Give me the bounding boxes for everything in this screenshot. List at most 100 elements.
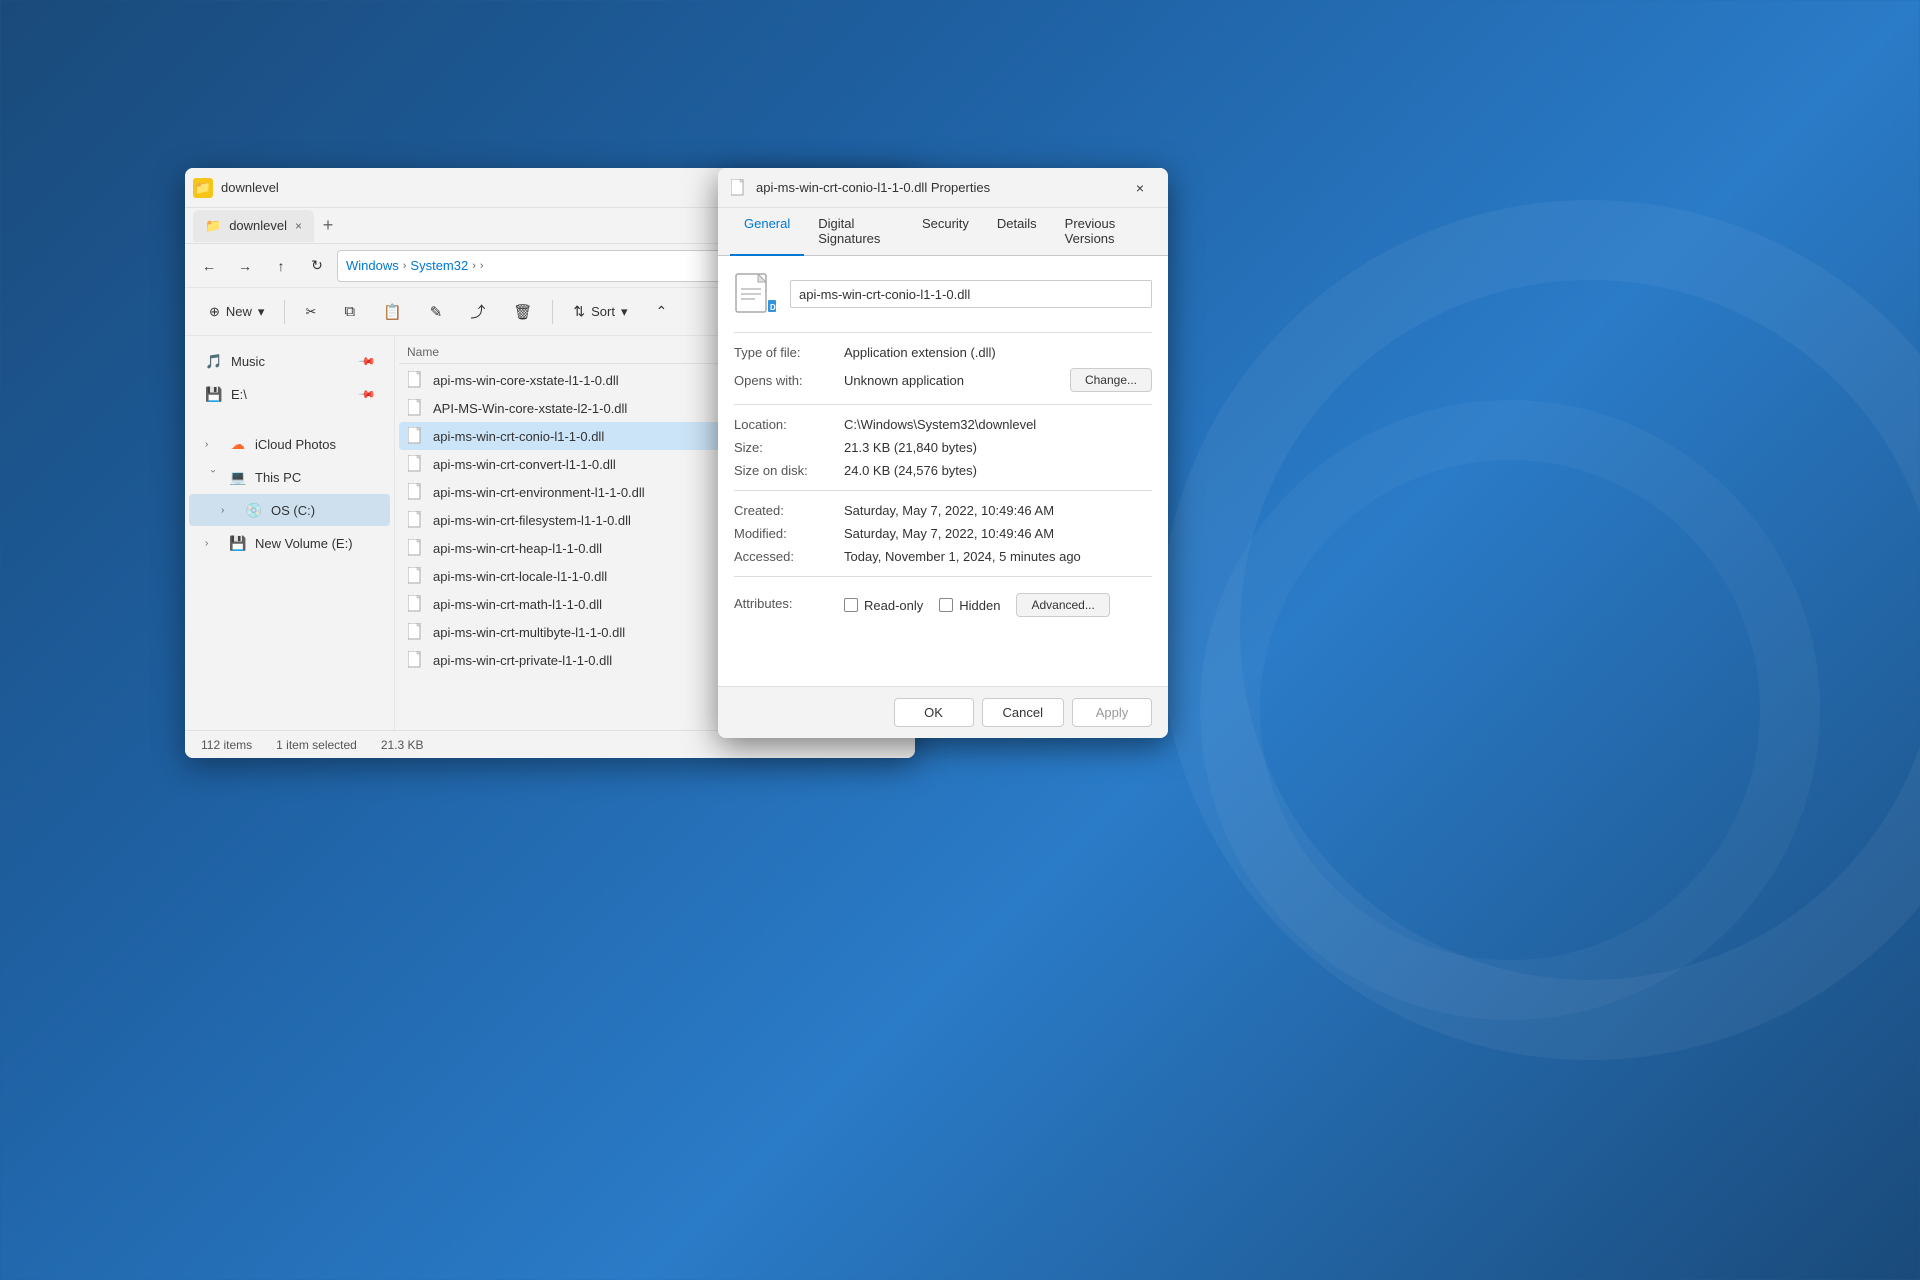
sort-label: Sort xyxy=(591,304,615,319)
file-name-9: api-ms-win-crt-multibyte-l1-1-0.dll xyxy=(433,625,625,640)
paste-icon: 📋 xyxy=(383,303,402,321)
file-name-1: API-MS-Win-core-xstate-l2-1-0.dll xyxy=(433,401,627,416)
tab-downlevel[interactable]: 📁 downlevel × xyxy=(193,210,314,242)
sidebar-item-music[interactable]: 🎵 Music 📌 xyxy=(189,345,390,377)
rename-icon: ✎ xyxy=(430,303,443,321)
prop-created: Created: Saturday, May 7, 2022, 10:49:46… xyxy=(734,503,1152,518)
file-icon-0 xyxy=(407,371,425,389)
sort-arrows-icon: ⇅ xyxy=(573,303,585,320)
tab-previous-versions[interactable]: Previous Versions xyxy=(1051,208,1156,256)
hidden-checkbox[interactable] xyxy=(939,598,953,612)
sidebar-item-newvolume[interactable]: › 💾 New Volume (E:) xyxy=(189,527,390,559)
prop-modified: Modified: Saturday, May 7, 2022, 10:49:4… xyxy=(734,526,1152,541)
readonly-checkbox[interactable] xyxy=(844,598,858,612)
pin-icon-2: 📌 xyxy=(358,385,377,404)
file-name-7: api-ms-win-crt-locale-l1-1-0.dll xyxy=(433,569,607,584)
advanced-button[interactable]: Advanced... xyxy=(1016,593,1109,617)
divider-4 xyxy=(734,576,1152,577)
size-on-disk-value: 24.0 KB (24,576 bytes) xyxy=(844,463,1152,478)
status-item-count: 112 items xyxy=(201,738,252,752)
sort-button[interactable]: ⇅ Sort ▾ xyxy=(561,297,639,326)
breadcrumb-windows[interactable]: Windows xyxy=(346,258,399,273)
breadcrumb-more[interactable]: › xyxy=(480,260,484,272)
delete-button[interactable]: 🗑 xyxy=(501,297,544,327)
file-header-icon: D xyxy=(734,272,778,316)
expand-button[interactable]: ⌃ xyxy=(644,297,680,326)
new-tab-button[interactable]: + xyxy=(314,212,342,240)
expand-icloud-icon: › xyxy=(205,439,221,450)
sidebar-icloud-label: iCloud Photos xyxy=(255,437,336,452)
created-label: Created: xyxy=(734,503,844,518)
file-name-0: api-ms-win-core-xstate-l1-1-0.dll xyxy=(433,373,619,388)
attributes-label: Attributes: xyxy=(734,596,844,611)
opens-label: Opens with: xyxy=(734,373,844,388)
music-icon: 🎵 xyxy=(205,352,223,370)
cancel-button[interactable]: Cancel xyxy=(982,698,1064,727)
file-name-5: api-ms-win-crt-filesystem-l1-1-0.dll xyxy=(433,513,631,528)
file-icon-3 xyxy=(407,455,425,473)
new-icon: ⊕ xyxy=(209,304,220,320)
ok-button[interactable]: OK xyxy=(894,698,974,727)
refresh-button[interactable]: ↻ xyxy=(301,250,333,282)
file-name-6: api-ms-win-crt-heap-l1-1-0.dll xyxy=(433,541,602,556)
new-button[interactable]: ⊕ New ▾ xyxy=(197,298,276,326)
up-button[interactable]: ↑ xyxy=(265,250,297,282)
readonly-checkbox-label[interactable]: Read-only xyxy=(844,598,923,613)
tab-digital-signatures[interactable]: Digital Signatures xyxy=(804,208,908,256)
sort-dropdown-icon: ▾ xyxy=(621,304,628,320)
properties-dialog: api-ms-win-crt-conio-l1-1-0.dll Properti… xyxy=(718,168,1168,738)
forward-button[interactable]: → xyxy=(229,250,261,282)
change-button[interactable]: Change... xyxy=(1070,368,1152,392)
breadcrumb-system32[interactable]: System32 xyxy=(410,258,468,273)
apply-button[interactable]: Apply xyxy=(1072,698,1152,727)
share-icon: ⤴ xyxy=(470,301,485,322)
back-button[interactable]: ← xyxy=(193,250,225,282)
tab-label: downlevel xyxy=(229,218,287,233)
copy-button[interactable]: ⧉ xyxy=(332,297,367,326)
file-icon-4 xyxy=(407,483,425,501)
explorer-title: downlevel xyxy=(221,180,765,195)
delete-icon: 🗑 xyxy=(513,303,532,321)
share-button[interactable]: ⤴ xyxy=(458,295,497,328)
file-icon-5 xyxy=(407,511,425,529)
location-label: Location: xyxy=(734,417,844,432)
file-icon-7 xyxy=(407,567,425,585)
divider-1 xyxy=(734,332,1152,333)
sidebar-item-edrive[interactable]: 💾 E:\ 📌 xyxy=(189,378,390,410)
tab-details[interactable]: Details xyxy=(983,208,1051,256)
accessed-label: Accessed: xyxy=(734,549,844,564)
hidden-checkbox-label[interactable]: Hidden xyxy=(939,598,1000,613)
osc-icon: 💿 xyxy=(245,501,263,519)
tab-security[interactable]: Security xyxy=(908,208,983,256)
location-value: C:\Windows\System32\downlevel xyxy=(844,417,1152,432)
size-value: 21.3 KB (21,840 bytes) xyxy=(844,440,1152,455)
tab-close-icon[interactable]: × xyxy=(295,219,302,233)
cut-button[interactable]: ✂ xyxy=(293,298,328,326)
dialog-close-button[interactable]: × xyxy=(1124,174,1156,202)
thispc-icon: 💻 xyxy=(229,468,247,486)
file-icon-1 xyxy=(407,399,425,417)
accessed-value: Today, November 1, 2024, 5 minutes ago xyxy=(844,549,1152,564)
cut-icon: ✂ xyxy=(305,304,316,320)
sidebar-music-label: Music xyxy=(231,354,265,369)
file-name-8: api-ms-win-crt-math-l1-1-0.dll xyxy=(433,597,602,612)
created-value: Saturday, May 7, 2022, 10:49:46 AM xyxy=(844,503,1152,518)
modified-label: Modified: xyxy=(734,526,844,541)
sidebar-osc-label: OS (C:) xyxy=(271,503,315,518)
sidebar-item-osc[interactable]: › 💿 OS (C:) xyxy=(189,494,390,526)
modified-value: Saturday, May 7, 2022, 10:49:46 AM xyxy=(844,526,1152,541)
dialog-footer: OK Cancel Apply xyxy=(718,686,1168,738)
rename-button[interactable]: ✎ xyxy=(418,297,455,327)
sidebar-item-icloud[interactable]: › ☁ iCloud Photos xyxy=(189,428,390,460)
opens-value: Unknown application xyxy=(844,373,1062,388)
file-icon-9 xyxy=(407,623,425,641)
paste-button[interactable]: 📋 xyxy=(371,297,414,327)
file-icon-2 xyxy=(407,427,425,445)
file-icon-10 xyxy=(407,651,425,669)
file-name-input[interactable] xyxy=(790,280,1152,308)
expand-newvol-icon: › xyxy=(205,538,221,549)
sidebar-item-thispc[interactable]: › 💻 This PC xyxy=(189,461,390,493)
tab-general[interactable]: General xyxy=(730,208,804,256)
status-selected: 1 item selected xyxy=(276,738,357,752)
divider-3 xyxy=(734,490,1152,491)
